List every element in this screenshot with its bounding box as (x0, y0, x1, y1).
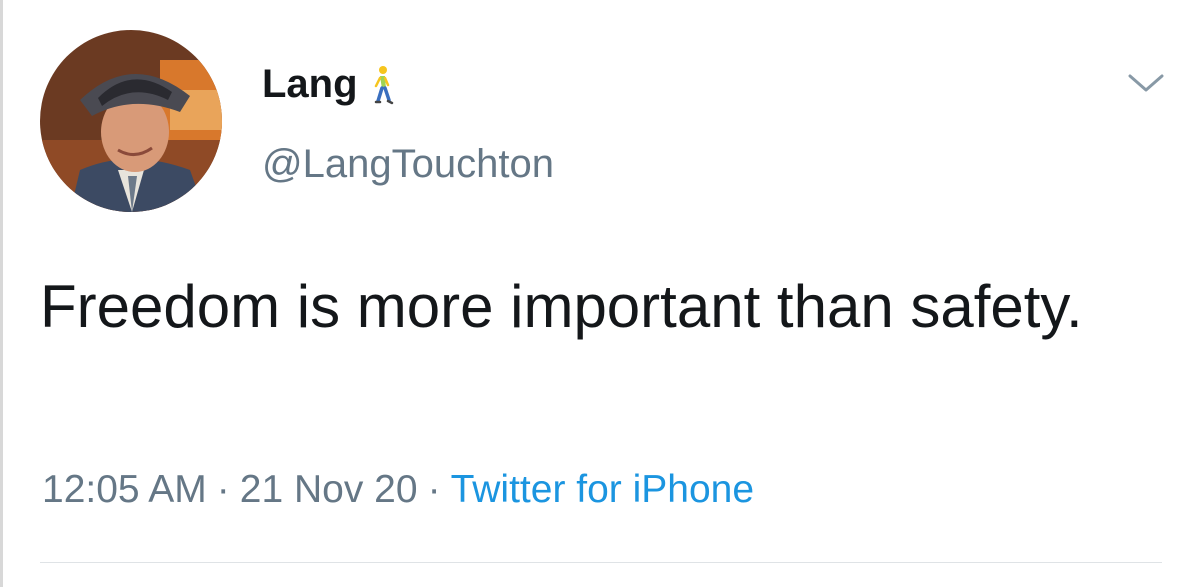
tweet-source-link[interactable]: Twitter for iPhone (451, 468, 754, 511)
chevron-down-icon[interactable] (1124, 66, 1168, 100)
avatar-image (40, 30, 222, 212)
author-name-text: Lang (262, 62, 358, 106)
tweet-date[interactable]: 21 Nov 20 (240, 468, 418, 511)
tweet-time[interactable]: 12:05 AM (42, 468, 207, 511)
meta-separator: · (427, 468, 441, 511)
author-handle[interactable]: @LangTouchton (262, 140, 554, 188)
tweet-text: Freedom is more important than safety. (40, 273, 1083, 340)
window-edge (0, 0, 3, 587)
divider (40, 562, 1162, 563)
avatar[interactable] (40, 30, 222, 212)
meta-separator: · (216, 468, 230, 511)
tweet-metadata: 12:05 AM · 21 Nov 20 · Twitter for iPhone (42, 466, 754, 514)
author-display-name[interactable]: Lang (262, 60, 394, 108)
person-walking-emoji (368, 60, 394, 108)
